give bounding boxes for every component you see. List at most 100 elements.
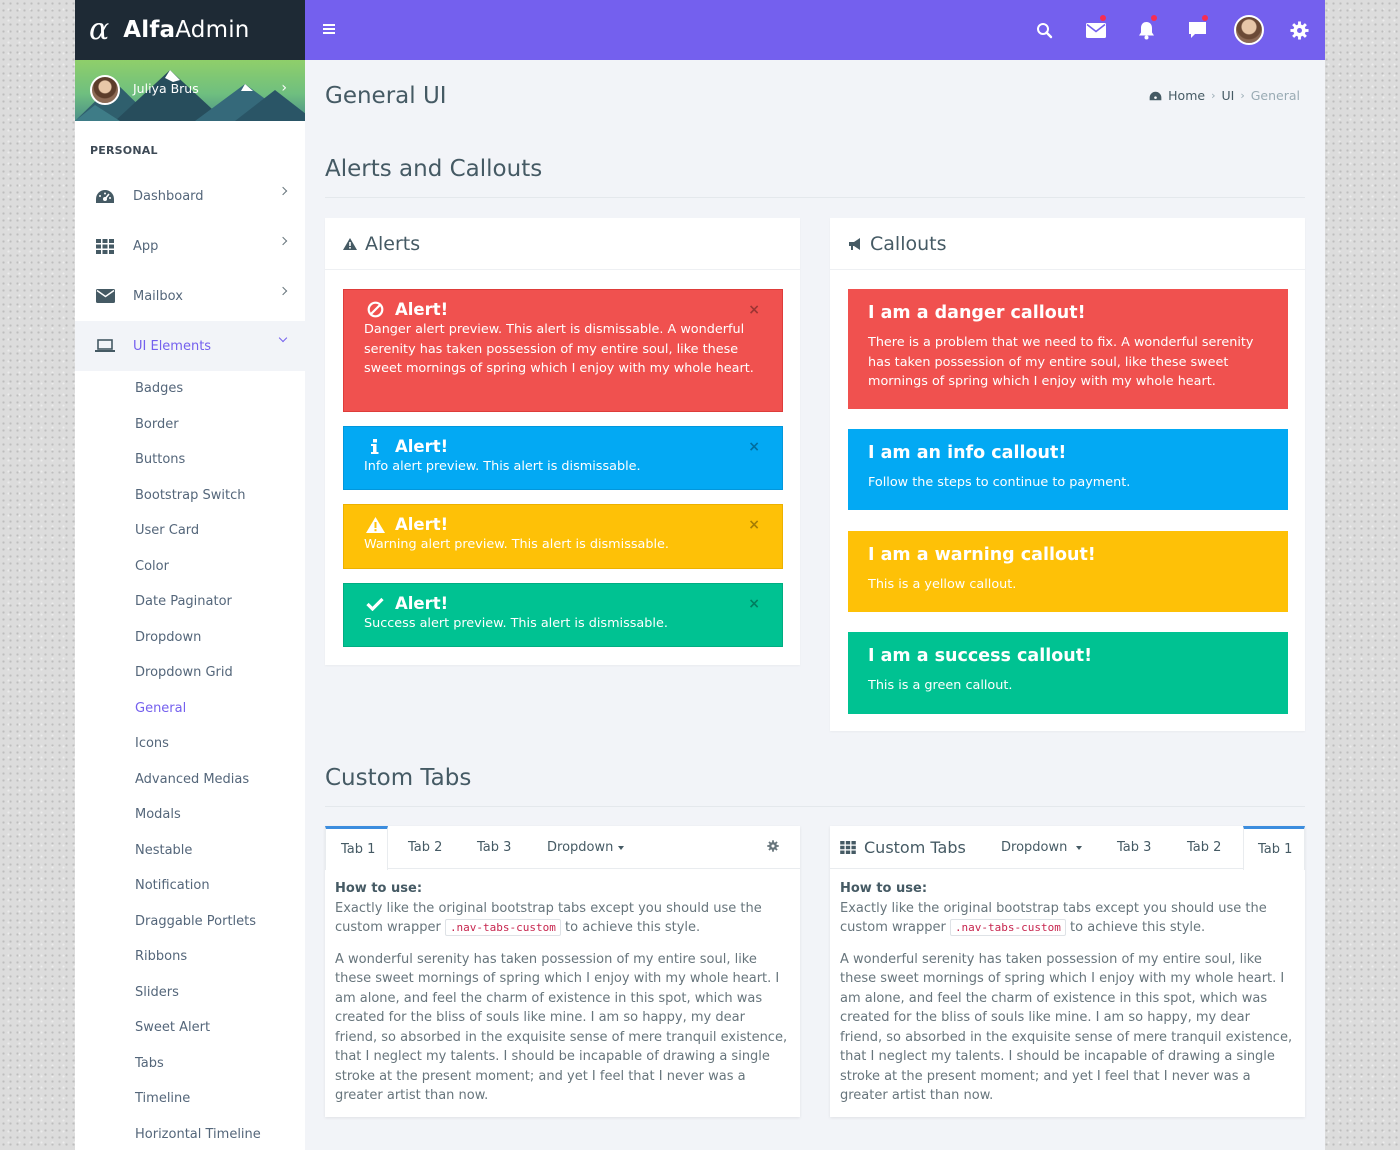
close-icon[interactable]: × (748, 517, 760, 533)
sidebar-subitem-modals[interactable]: Modals (75, 797, 305, 833)
callout-title: I am a warning callout! (868, 545, 1096, 565)
bell-icon[interactable] (1121, 0, 1172, 60)
search-icon[interactable] (1019, 0, 1070, 60)
breadcrumb-ui[interactable]: UI (1221, 88, 1234, 103)
sidebar-subitem-sweet-alert[interactable]: Sweet Alert (75, 1010, 305, 1046)
alerts-box-header: Alerts (325, 218, 800, 270)
tab-content: How to use: Exactly like the original bo… (830, 869, 1305, 1116)
sidebar-subitem-advanced-medias[interactable]: Advanced Medias (75, 762, 305, 798)
grid-icon (94, 238, 116, 254)
alert-danger: Alert! Danger alert preview. This alert … (343, 289, 783, 412)
alert-title: Alert! (395, 594, 449, 613)
alpha-logo-icon: α (89, 12, 110, 47)
caret-down-icon (618, 845, 625, 850)
breadcrumb-home[interactable]: Home (1168, 88, 1205, 103)
howto-label: How to use: (840, 881, 928, 896)
sidebar-subitem-nestable[interactable]: Nestable (75, 833, 305, 869)
alert-title: Alert! (395, 515, 449, 534)
chevron-right-icon (278, 286, 288, 296)
mail-icon[interactable] (1070, 0, 1121, 60)
howto-text-end: to achieve this style. (565, 920, 701, 935)
alert-body: Danger alert preview. This alert is dism… (364, 322, 754, 376)
tab-dropdown[interactable]: Dropdown (1001, 826, 1083, 869)
callout-body: There is a problem that we need to fix. … (868, 335, 1254, 389)
callout-danger: I am a danger callout! There is a proble… (848, 289, 1288, 409)
sidebar-subitem-timeline[interactable]: Timeline (75, 1081, 305, 1117)
page-title: General UI (325, 83, 447, 109)
sidebar-subitem-general[interactable]: General (75, 691, 305, 727)
tab-3[interactable]: Tab 3 (477, 826, 511, 869)
sidebar-item-app[interactable]: App (75, 221, 305, 271)
dashboard-icon (1149, 91, 1162, 101)
howto-text-end: to achieve this style. (1070, 920, 1206, 935)
alert-body: Info alert preview. This alert is dismis… (364, 459, 641, 474)
tab-dropdown[interactable]: Dropdown (547, 826, 625, 869)
close-icon[interactable]: × (748, 439, 760, 455)
gear-icon[interactable] (767, 824, 779, 867)
sidebar-subitem-icons[interactable]: Icons (75, 726, 305, 762)
gear-icon[interactable] (1274, 0, 1325, 60)
sidebar-subitem-badges[interactable]: Badges (75, 371, 305, 407)
custom-tabs-left: Tab 1 Tab 2 Tab 3 Dropdown How to use: E… (325, 826, 800, 1117)
tab-2[interactable]: Tab 2 (1187, 826, 1221, 869)
main-content: General UI Home › UI › General Alerts an… (305, 60, 1325, 1150)
sidebar-subitem-color[interactable]: Color (75, 549, 305, 585)
sidebar-subitem-bootstrap-switch[interactable]: Bootstrap Switch (75, 478, 305, 514)
alert-title: Alert! (395, 437, 449, 456)
menu-toggle-icon[interactable] (323, 24, 335, 34)
topbar-actions (1019, 0, 1325, 60)
app-frame: α AlfaAdmin Juliya Brus › PERSONAL Dashb… (75, 0, 1325, 1150)
tab-dropdown-label: Dropdown (1001, 840, 1068, 855)
sidebar-subitem-notification[interactable]: Notification (75, 868, 305, 904)
user-profile-banner[interactable]: Juliya Brus › (75, 60, 305, 121)
brand-logo[interactable]: α AlfaAdmin (75, 0, 305, 60)
avatar (90, 75, 120, 105)
code-snippet: .nav-tabs-custom (949, 919, 1066, 936)
tab-dropdown-label: Dropdown (547, 840, 614, 855)
sidebar-subitem-dropdown-grid[interactable]: Dropdown Grid (75, 655, 305, 691)
chevron-right-icon[interactable]: › (281, 80, 287, 96)
sidebar-subitem-buttons[interactable]: Buttons (75, 442, 305, 478)
sidebar-subitem-ribbons[interactable]: Ribbons (75, 939, 305, 975)
callout-title: I am a danger callout! (868, 303, 1086, 323)
callout-title: I am a success callout! (868, 646, 1093, 666)
chat-icon[interactable] (1172, 0, 1223, 60)
close-icon[interactable]: × (748, 302, 760, 318)
sidebar-subitem-user-card[interactable]: User Card (75, 513, 305, 549)
sidebar-subitem-date-paginator[interactable]: Date Paginator (75, 584, 305, 620)
sidebar-subitem-border[interactable]: Border (75, 407, 305, 443)
sidebar-item-ui-elements[interactable]: UI Elements (75, 321, 305, 371)
breadcrumb: Home › UI › General (1149, 88, 1300, 103)
alert-info: Alert! Info alert preview. This alert is… (343, 426, 783, 490)
sidebar-subitem-tabs[interactable]: Tabs (75, 1046, 305, 1082)
divider (325, 806, 1305, 807)
tab-1[interactable]: Tab 1 (1243, 826, 1305, 870)
callouts-box-title: Callouts (870, 232, 947, 255)
sidebar-subitem-horizontal-timeline[interactable]: Horizontal Timeline (75, 1117, 305, 1150)
tab-bar: Tab 1 Tab 2 Tab 3 Dropdown (325, 824, 800, 870)
sidebar-item-label: Mailbox (133, 288, 183, 304)
envelope-icon (94, 289, 116, 303)
sidebar-item-mailbox[interactable]: Mailbox (75, 271, 305, 321)
sidebar-subitem-draggable-portlets[interactable]: Draggable Portlets (75, 904, 305, 940)
chevron-down-icon (278, 333, 288, 343)
user-menu[interactable] (1223, 0, 1274, 60)
custom-tabs-header: Custom Tabs (840, 826, 966, 869)
tab-3[interactable]: Tab 3 (1117, 826, 1151, 869)
callouts-box: Callouts I am a danger callout! There is… (830, 218, 1305, 731)
close-icon[interactable]: × (748, 596, 760, 612)
sidebar-item-dashboard[interactable]: Dashboard (75, 171, 305, 221)
sidebar-subitem-sliders[interactable]: Sliders (75, 975, 305, 1011)
dashboard-icon (94, 189, 116, 204)
sidebar-subitem-dropdown[interactable]: Dropdown (75, 620, 305, 656)
tab-2[interactable]: Tab 2 (408, 826, 442, 869)
tab-1[interactable]: Tab 1 (325, 826, 388, 870)
callout-warning: I am a warning callout! This is a yellow… (848, 531, 1288, 612)
tab-bar: Custom Tabs Dropdown Tab 3 Tab 2 Tab 1 (830, 826, 1305, 870)
brand-name: AlfaAdmin (123, 17, 250, 43)
callout-info: I am an info callout! Follow the steps t… (848, 429, 1288, 510)
tab-paragraph: A wonderful serenity has taken possessio… (335, 951, 788, 1104)
sidebar-item-label: UI Elements (133, 338, 212, 354)
tab-content: How to use: Exactly like the original bo… (325, 869, 800, 1116)
custom-tabs-title: Custom Tabs (864, 838, 966, 857)
